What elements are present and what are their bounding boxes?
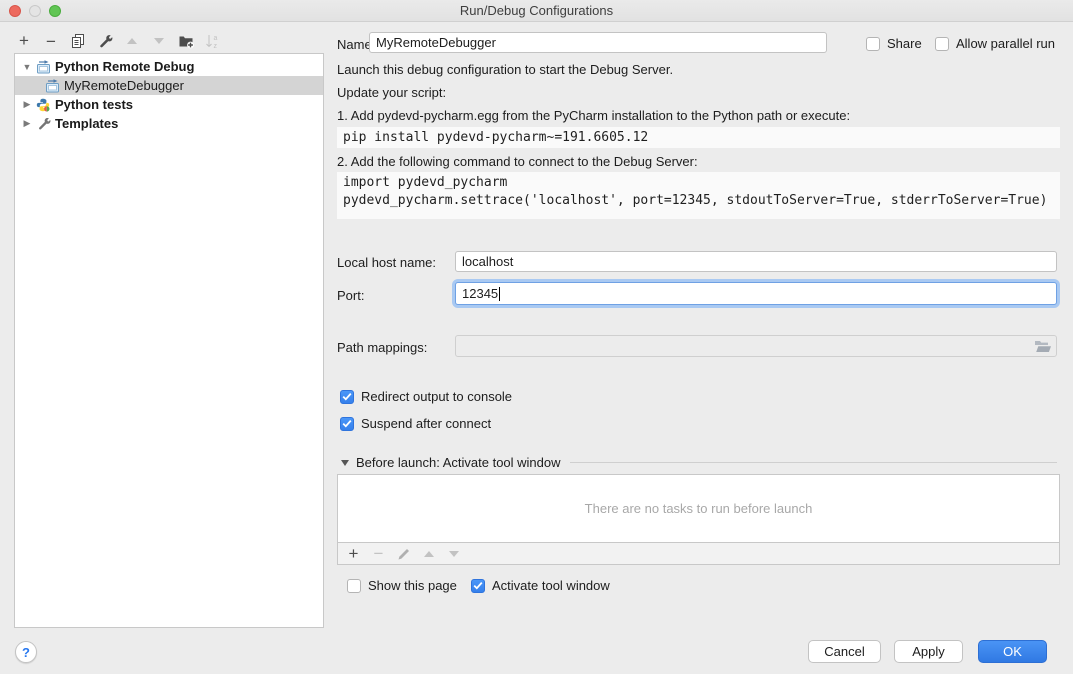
instruction-step-1: 1. Add pydevd-pycharm.egg from the PyCha… bbox=[337, 108, 850, 123]
settrace-code-line-1: import pydevd_pycharm bbox=[343, 174, 1054, 192]
tree-item-python-tests[interactable]: ▶ Python tests bbox=[15, 95, 323, 114]
move-task-down-icon bbox=[446, 546, 461, 562]
pip-install-code: pip install pydevd-pycharm~=191.6605.12 bbox=[337, 127, 1060, 148]
close-window-button[interactable] bbox=[9, 5, 21, 17]
allow-parallel-run-label: Allow parallel run bbox=[956, 36, 1055, 51]
collapse-arrow-icon[interactable]: ▼ bbox=[21, 62, 33, 72]
browse-folder-icon[interactable] bbox=[1034, 340, 1052, 353]
local-host-name-label: Local host name: bbox=[337, 255, 436, 270]
edit-task-icon bbox=[396, 546, 411, 562]
zoom-window-button[interactable] bbox=[49, 5, 61, 17]
copy-configuration-icon[interactable] bbox=[70, 33, 86, 49]
path-mappings-label: Path mappings: bbox=[337, 340, 427, 355]
new-folder-icon[interactable] bbox=[178, 33, 194, 49]
instruction-step-2: 2. Add the following command to connect … bbox=[337, 154, 698, 169]
path-mappings-input[interactable] bbox=[455, 335, 1057, 357]
move-up-icon bbox=[124, 33, 140, 49]
tree-item-label: Templates bbox=[55, 116, 118, 131]
checkbox-unchecked[interactable] bbox=[935, 37, 949, 51]
empty-task-list-text: There are no tasks to run before launch bbox=[585, 501, 813, 516]
collapse-arrow-icon[interactable] bbox=[341, 460, 349, 466]
share-label: Share bbox=[887, 36, 922, 51]
svg-text:z: z bbox=[214, 43, 218, 49]
apply-button[interactable]: Apply bbox=[894, 640, 963, 663]
configurations-tree: ▼ Python Remote Debug MyRemoteDebugger ▶… bbox=[14, 53, 324, 628]
sort-alphabetically-icon: az bbox=[205, 33, 221, 49]
run-config-icon bbox=[35, 59, 51, 75]
text-caret bbox=[499, 287, 500, 301]
python-tests-icon bbox=[35, 97, 51, 113]
checkbox-unchecked[interactable] bbox=[866, 37, 880, 51]
minimize-window-button bbox=[29, 5, 41, 17]
run-debug-configurations-dialog: Run/Debug Configurations + − az ▼ Python… bbox=[0, 0, 1073, 674]
port-value: 12345 bbox=[462, 286, 498, 301]
configurations-toolbar: + − az bbox=[16, 30, 221, 52]
remove-configuration-icon[interactable]: − bbox=[43, 33, 59, 49]
show-this-page-checkbox[interactable]: Show this page bbox=[347, 578, 457, 593]
settrace-code: import pydevd_pycharm pydevd_pycharm.set… bbox=[337, 172, 1060, 219]
tree-item-label: MyRemoteDebugger bbox=[64, 78, 184, 93]
add-task-icon[interactable]: + bbox=[346, 546, 361, 562]
tree-item-myremotedebugger[interactable]: MyRemoteDebugger bbox=[15, 76, 323, 95]
cancel-button[interactable]: Cancel bbox=[808, 640, 881, 663]
port-label: Port: bbox=[337, 288, 364, 303]
checkbox-unchecked[interactable] bbox=[347, 579, 361, 593]
before-launch-section-header[interactable]: Before launch: Activate tool window bbox=[341, 455, 1060, 470]
tree-item-templates[interactable]: ▶ Templates bbox=[15, 114, 323, 133]
tree-item-label: Python Remote Debug bbox=[55, 59, 194, 74]
move-task-up-icon bbox=[421, 546, 436, 562]
before-launch-title: Before launch: Activate tool window bbox=[356, 455, 561, 470]
task-list-toolbar: + − bbox=[337, 543, 1060, 565]
title-bar: Run/Debug Configurations bbox=[0, 0, 1073, 22]
redirect-output-checkbox[interactable]: Redirect output to console bbox=[340, 389, 512, 404]
wrench-icon bbox=[35, 116, 51, 132]
ok-button[interactable]: OK bbox=[978, 640, 1047, 663]
suspend-after-connect-label: Suspend after connect bbox=[361, 416, 491, 431]
edit-templates-icon[interactable] bbox=[97, 33, 113, 49]
run-config-icon bbox=[44, 78, 60, 94]
checkbox-checked[interactable] bbox=[340, 417, 354, 431]
help-question-icon: ? bbox=[22, 645, 30, 660]
settrace-code-line-2: pydevd_pycharm.settrace('localhost', por… bbox=[343, 192, 1054, 210]
show-this-page-label: Show this page bbox=[368, 578, 457, 593]
svg-text:a: a bbox=[214, 35, 218, 42]
local-host-name-input[interactable] bbox=[455, 251, 1057, 272]
window-title: Run/Debug Configurations bbox=[460, 3, 613, 18]
tree-item-label: Python tests bbox=[55, 97, 133, 112]
tree-item-python-remote-debug[interactable]: ▼ Python Remote Debug bbox=[15, 57, 323, 76]
section-divider bbox=[570, 462, 1057, 463]
name-input[interactable] bbox=[369, 32, 827, 53]
share-checkbox[interactable]: Share bbox=[866, 36, 922, 51]
activate-tool-window-checkbox[interactable]: Activate tool window bbox=[471, 578, 610, 593]
checkbox-checked[interactable] bbox=[340, 390, 354, 404]
remove-task-icon: − bbox=[371, 546, 386, 562]
checkbox-checked[interactable] bbox=[471, 579, 485, 593]
expand-arrow-icon[interactable]: ▶ bbox=[21, 118, 33, 129]
instruction-line-1: Launch this debug configuration to start… bbox=[337, 62, 673, 77]
allow-parallel-run-checkbox[interactable]: Allow parallel run bbox=[935, 36, 1055, 51]
add-configuration-icon[interactable]: + bbox=[16, 33, 32, 49]
port-input[interactable]: 12345 bbox=[455, 282, 1057, 305]
activate-tool-window-label: Activate tool window bbox=[492, 578, 610, 593]
before-launch-task-list[interactable]: There are no tasks to run before launch bbox=[337, 474, 1060, 543]
suspend-after-connect-checkbox[interactable]: Suspend after connect bbox=[340, 416, 491, 431]
instruction-line-2: Update your script: bbox=[337, 85, 446, 100]
redirect-output-label: Redirect output to console bbox=[361, 389, 512, 404]
move-down-icon bbox=[151, 33, 167, 49]
help-button[interactable]: ? bbox=[15, 641, 37, 663]
expand-arrow-icon[interactable]: ▶ bbox=[21, 99, 33, 110]
